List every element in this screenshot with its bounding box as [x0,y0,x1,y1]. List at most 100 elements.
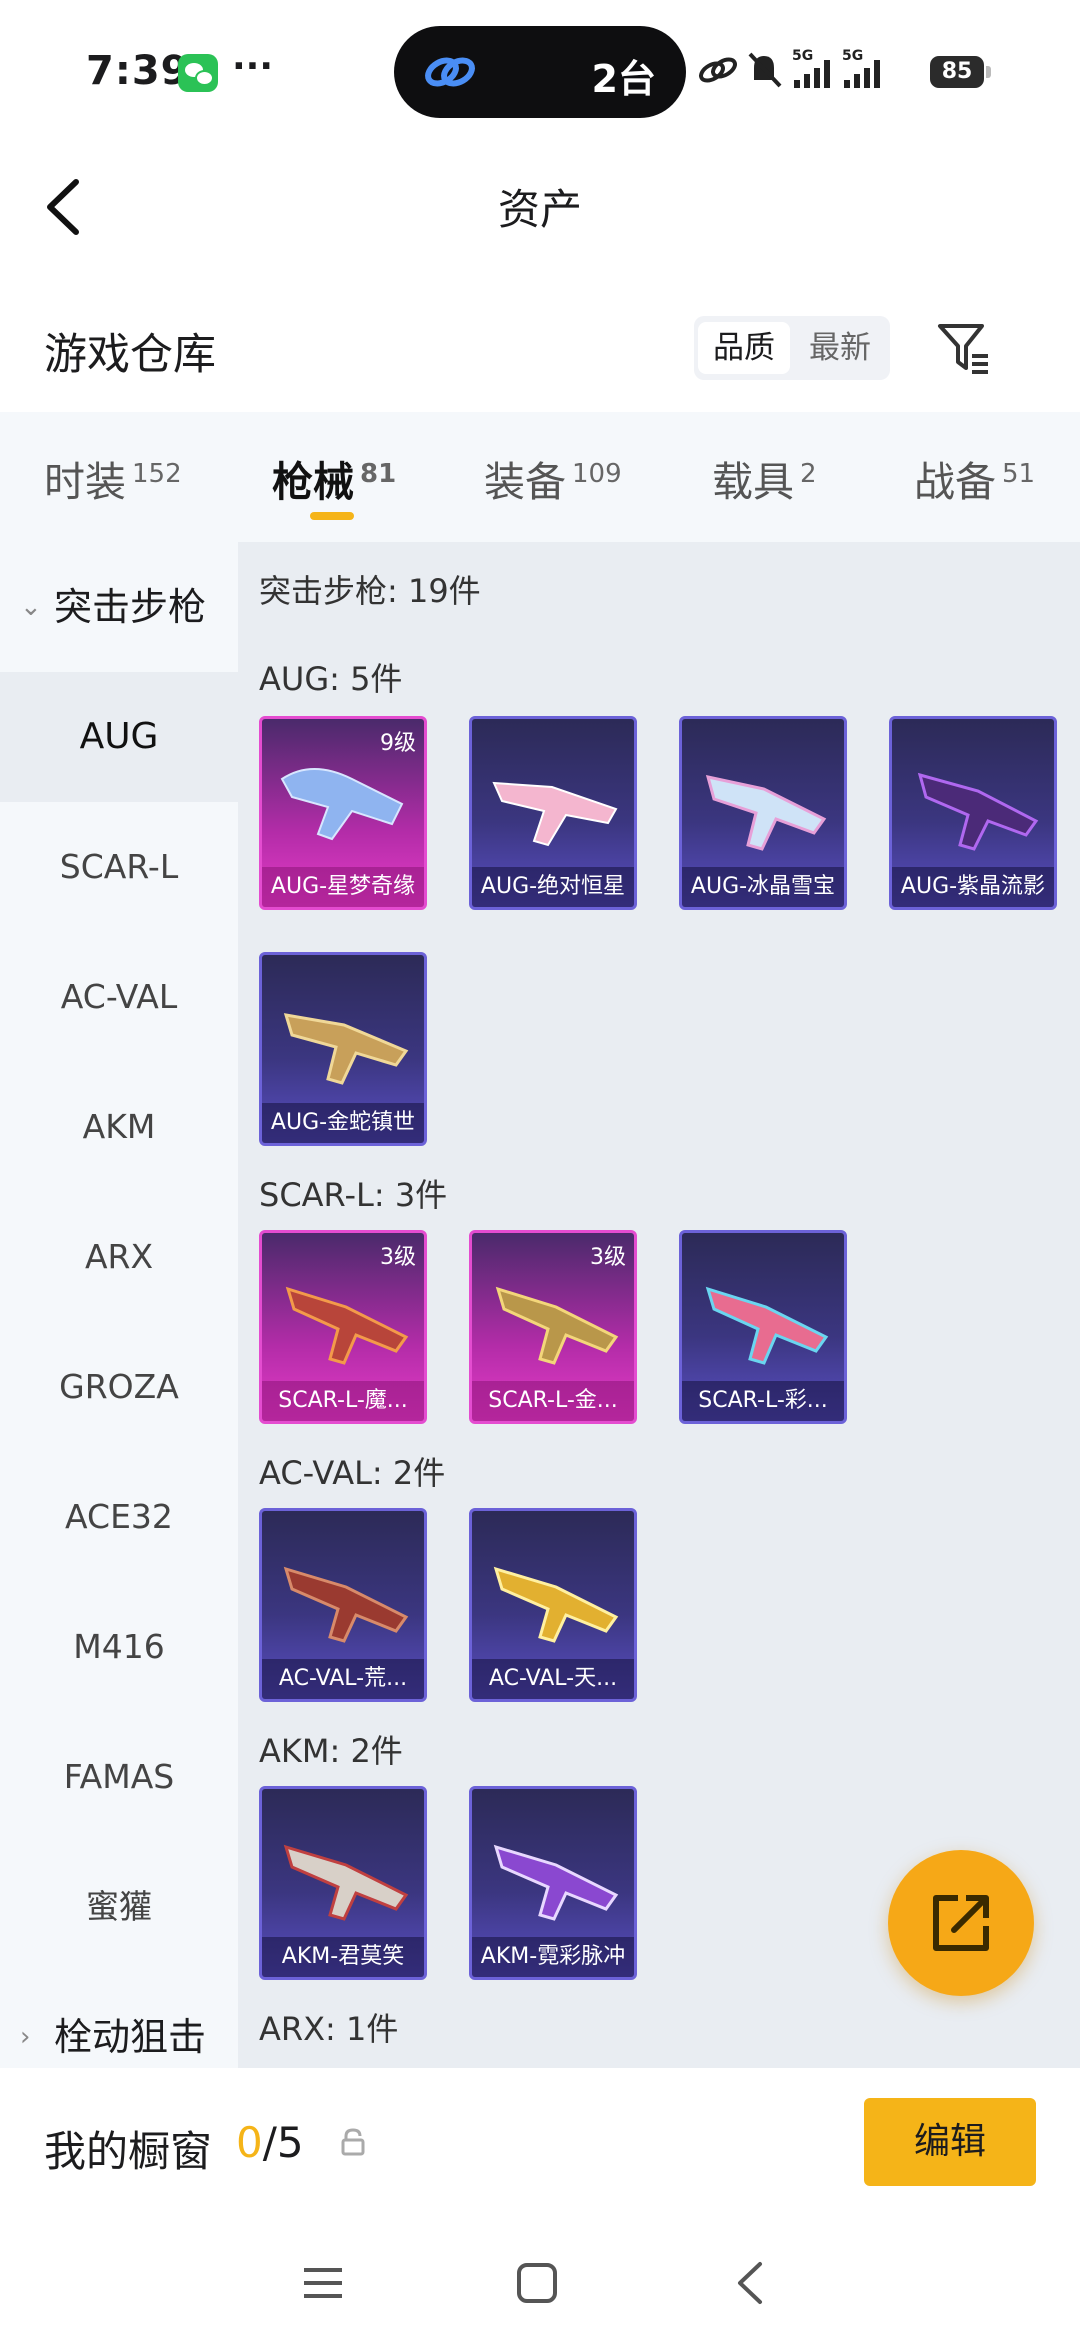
sidebar-group-label: 突击步枪 [54,585,207,629]
sidebar-item-akm[interactable]: AKM [0,1062,238,1192]
showcase-count: 0/5 [236,2118,304,2167]
skin-card[interactable]: AKM-君莫笑 [259,1786,427,1980]
weapon-skin-image [705,1286,829,1365]
skin-card[interactable]: AUG-绝对恒星 [469,716,637,910]
link-status-icon [699,57,737,83]
skin-name: AC-VAL-天... [472,1659,634,1699]
section-header-scar-l: SCAR-L: 3件 [259,1176,448,1214]
sort-toggle: 品质 最新 [694,316,890,380]
skin-card[interactable]: AUG-紫晶流影 [889,716,1057,910]
tab-label: 枪械 [272,458,354,506]
weapon-skin-image [493,1566,619,1643]
sort-quality-option[interactable]: 品质 [698,322,790,374]
filter-icon[interactable] [936,320,992,376]
weapon-skin-image [705,775,827,851]
weapon-type-sidebar: ⌄ 突击步枪 AUG SCAR-L AC-VAL AKM ARX GROZA A… [0,542,238,2068]
tab-count: 109 [572,459,622,489]
skin-name: AKM-霓彩脉冲 [472,1937,634,1977]
sidebar-item-aug[interactable]: AUG [0,672,238,802]
tab-count: 51 [1002,459,1036,489]
warehouse-title: 游戏仓库 [44,330,216,380]
wechat-icon [178,54,218,92]
tab-label: 装备 [484,458,566,506]
sidebar-item-arx[interactable]: ARX [0,1192,238,1322]
weapon-skin-image [492,781,618,847]
share-button[interactable] [888,1850,1034,1996]
tab-count: 81 [360,459,397,489]
share-export-icon [933,1895,989,1951]
skin-card[interactable]: 9级 AUG-星梦奇缘 [259,716,427,910]
tab-count: 152 [132,459,182,489]
skin-name: SCAR-L-彩... [682,1381,844,1421]
skin-name: AUG-金蛇镇世 [262,1103,424,1143]
category-header: 突击步枪: 19件 [259,572,481,610]
menu-icon[interactable] [298,2258,348,2308]
page-title: 资产 [497,185,582,234]
weapon-skin-image [283,1013,409,1085]
sidebar-item-ac-val[interactable]: AC-VAL [0,932,238,1062]
skin-name: AUG-绝对恒星 [472,867,634,907]
skin-card[interactable]: AUG-金蛇镇世 [259,952,427,1146]
skin-card[interactable]: SCAR-L-彩... [679,1230,847,1424]
skin-card[interactable]: AKM-霓彩脉冲 [469,1786,637,1980]
sidebar-item-scar-l[interactable]: SCAR-L [0,802,238,932]
battery-icon: 85 [930,56,991,88]
section-header-ac-val: AC-VAL: 2件 [259,1454,446,1492]
skin-name: AUG-星梦奇缘 [262,867,424,907]
lock-icon [341,2128,365,2156]
mute-bell-icon [748,52,782,88]
tab-supplies[interactable]: 战备 51 [914,448,1035,508]
tab-label: 载具 [712,458,794,506]
sidebar-item-ace32[interactable]: ACE32 [0,1452,238,1582]
sidebar-group-label: 栓动狙击 [54,2015,207,2059]
dynamic-island[interactable]: 2台 [394,26,686,118]
weapon-skin-image [280,768,404,841]
sidebar-item-famas[interactable]: FAMAS [0,1712,238,1842]
status-time: 7:39 [86,48,190,94]
skin-card[interactable]: AUG-冰晶雪宝 [679,716,847,910]
weapon-skin-image [283,1844,409,1921]
section-header-aug: AUG: 5件 [259,660,403,698]
network-5g-label-1: 5G [792,48,813,64]
skin-name: AUG-冰晶雪宝 [682,867,844,907]
weapon-skin-image [493,1844,619,1921]
sort-latest-option[interactable]: 最新 [794,322,886,374]
skin-name: AKM-君莫笑 [262,1937,424,1977]
skin-card[interactable]: 3级 SCAR-L-金... [469,1230,637,1424]
section-header-akm: AKM: 2件 [259,1732,403,1770]
sidebar-item-m416[interactable]: M416 [0,1582,238,1712]
back-icon[interactable] [726,2258,776,2308]
tab-fashion[interactable]: 时装 152 [44,448,182,508]
tab-label: 时装 [44,458,126,506]
showcase-bar: 我的橱窗 0/5 编辑 [0,2068,1080,2218]
skin-card[interactable]: AC-VAL-天... [469,1508,637,1702]
system-navigation-bar [0,2218,1080,2347]
warehouse-row: 游戏仓库 品质 最新 [0,280,1080,412]
skin-name: SCAR-L-金... [472,1381,634,1421]
tab-vehicles[interactable]: 载具 2 [712,448,817,508]
chevron-down-icon: ⌄ [20,592,42,622]
section-header-arx: ARX: 1件 [259,2010,399,2048]
chevron-right-icon: › [20,2022,31,2052]
home-icon[interactable] [512,2258,562,2308]
sidebar-group-bolt-action[interactable]: › 栓动狙击 [0,1972,238,2068]
edit-button[interactable]: 编辑 [864,2098,1036,2186]
tab-equipment[interactable]: 装备 109 [484,448,622,508]
category-tabs: 时装 152 枪械 81 装备 109 载具 2 战备 51 [0,412,1080,542]
sidebar-item-groza[interactable]: GROZA [0,1322,238,1452]
weapon-skin-image [917,772,1039,851]
skin-card[interactable]: AC-VAL-荒... [259,1508,427,1702]
tab-firearms[interactable]: 枪械 81 [272,448,396,508]
skin-card[interactable]: 3级 SCAR-L-魔... [259,1230,427,1424]
weapon-grid: 突击步枪: 19件 AUG: 5件 9级 AUG-星梦奇缘 AUG-绝对恒星 A… [238,542,1080,2068]
sidebar-group-assault-rifles[interactable]: ⌄ 突击步枪 [0,542,238,672]
island-device-count: 2台 [591,57,656,101]
tab-count: 2 [800,459,817,489]
link-icon [425,57,475,87]
weapon-skin-image [285,1286,409,1365]
more-notifications-icon: ··· [232,46,274,87]
active-tab-indicator [310,512,354,520]
showcase-current: 0 [236,2118,263,2167]
weapon-skin-image [495,1286,619,1365]
sidebar-item-honey-badger[interactable]: 蜜獾 [0,1842,238,1972]
